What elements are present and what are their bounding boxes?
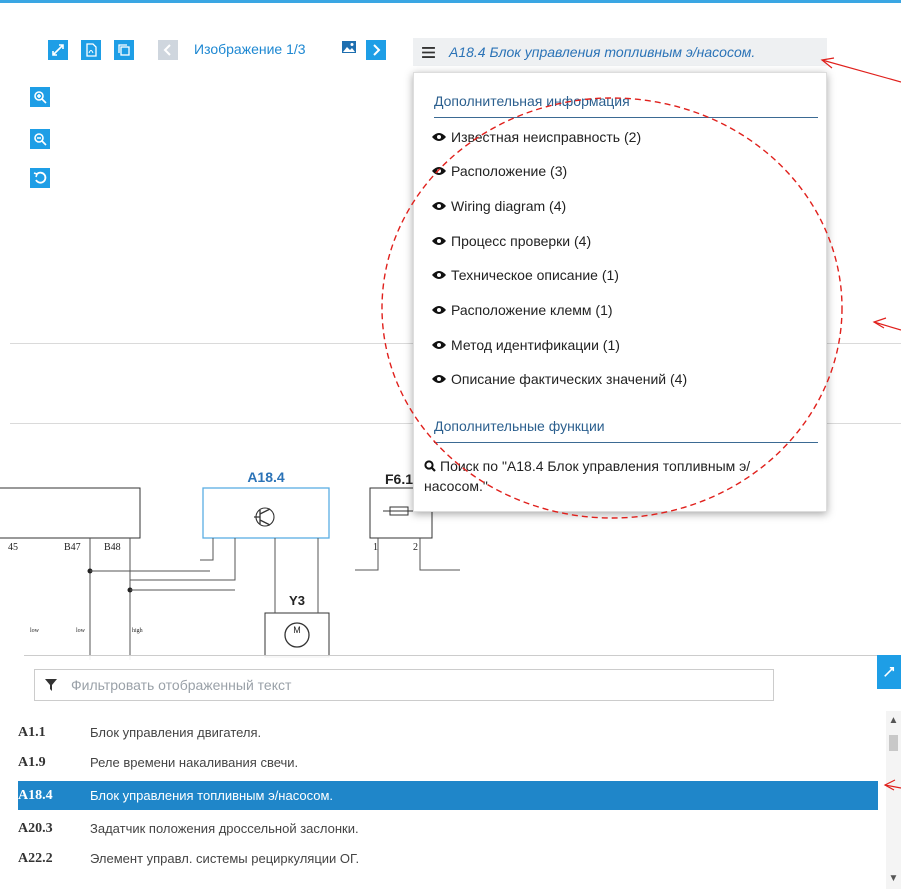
eye-icon [432, 202, 446, 210]
dropdown-item-label: Процесс проверки (4) [451, 233, 592, 249]
prev-icon [163, 44, 171, 56]
list-item-code: A20.3 [18, 820, 53, 836]
search-by-component-label: Поиск по "A18.4 Блок управления топливны… [424, 458, 751, 494]
list-item-code: A1.1 [18, 724, 46, 740]
list-item-code: A22.2 [18, 850, 53, 866]
eye-icon [432, 375, 446, 383]
scroll-up-icon[interactable]: ▲ [886, 715, 901, 729]
dropdown-item[interactable]: Расположение клемм (1) [432, 302, 613, 318]
eye-icon [432, 133, 446, 141]
scroll-down-icon[interactable]: ▼ [886, 873, 901, 887]
list-item[interactable]: A20.3 Задатчик положения дроссельной зас… [18, 814, 878, 843]
scroll-thumb[interactable] [889, 735, 898, 751]
pin-label: 2 [413, 542, 418, 553]
filter-field[interactable] [34, 669, 774, 701]
context-dropdown: Дополнительная информация Известная неис… [413, 72, 827, 512]
dropdown-item-label: Описание фактических значений (4) [451, 371, 688, 387]
eye-icon [432, 237, 446, 245]
list-item-desc: Реле времени накаливания свечи. [90, 755, 299, 770]
list-item-desc: Блок управления топливным э/насосом. [90, 788, 334, 803]
a18-label: A18.4 [247, 469, 285, 485]
wire-label: high [132, 628, 143, 634]
dropdown-item[interactable]: Метод идентификации (1) [432, 337, 620, 353]
list-item-desc: Элемент управл. системы рециркуляции ОГ. [90, 851, 360, 866]
dropdown-item[interactable]: Техническое описание (1) [432, 267, 619, 283]
pin-label: 45 [8, 542, 18, 553]
dropdown-item[interactable]: Процесс проверки (4) [432, 233, 591, 249]
copy-icon[interactable] [114, 40, 134, 60]
list-item[interactable]: A1.1 Блок управления двигателя. [18, 718, 878, 747]
dropdown-item[interactable]: Расположение (3) [432, 163, 567, 179]
image-icon [342, 41, 356, 53]
wiring-diagram: A18.4 F6.1 Y3 M 45 B47 B48 1 2 low low h… [0, 469, 460, 660]
list-item[interactable]: A1.9 Реле времени накаливания свечи. [18, 748, 878, 777]
reset-icon[interactable] [30, 168, 50, 188]
wire-label: low [30, 628, 40, 634]
list-item-code: A1.9 [18, 754, 46, 770]
search-icon [424, 460, 436, 472]
pdf-icon[interactable] [81, 40, 101, 60]
search-by-component[interactable]: Поиск по "A18.4 Блок управления топливны… [424, 456, 814, 496]
expand-panel-button[interactable] [877, 655, 901, 689]
section-additional-functions: Дополнительные функции [434, 418, 818, 443]
dropdown-item[interactable]: Известная неисправность (2) [432, 129, 641, 145]
eye-icon [432, 167, 446, 175]
wire-label: low [76, 628, 86, 634]
next-icon [373, 44, 381, 56]
dropdown-item-label: Wiring diagram (4) [451, 198, 567, 214]
pin-label: B47 [64, 542, 81, 553]
hamburger-menu-icon[interactable] [413, 46, 443, 58]
annotation-arrow [873, 321, 901, 331]
annotation-arrow [821, 59, 901, 83]
zoom-in-icon[interactable] [30, 87, 50, 107]
pin-label: B48 [104, 542, 121, 553]
list-item[interactable]: A22.2 Элемент управл. системы рециркуляц… [18, 844, 878, 873]
eye-icon [432, 306, 446, 314]
expand-icon[interactable] [48, 40, 68, 60]
pin-label: 1 [373, 542, 378, 553]
f61-label: F6.1 [385, 471, 413, 487]
eye-icon [432, 341, 446, 349]
dropdown-item-label: Известная неисправность (2) [451, 129, 642, 145]
eye-icon [432, 271, 446, 279]
component-title: A18.4 Блок управления топливным э/насосо… [449, 44, 756, 60]
dropdown-item[interactable]: Описание фактических значений (4) [432, 371, 687, 387]
list-scrollbar[interactable]: ▲ ▼ [886, 711, 901, 889]
list-item-selected[interactable]: A18.4 Блок управления топливным э/насосо… [18, 781, 878, 810]
list-item-code: A18.4 [18, 787, 53, 803]
dropdown-item-label: Техническое описание (1) [451, 267, 619, 283]
next-image-button[interactable] [366, 40, 386, 60]
dropdown-item-label: Расположение клемм (1) [451, 302, 613, 318]
prev-image-button[interactable] [158, 40, 178, 60]
dropdown-item-label: Расположение (3) [451, 163, 568, 179]
dropdown-item-label: Метод идентификации (1) [451, 337, 620, 353]
component-title-bar[interactable]: A18.4 Блок управления топливным э/насосо… [413, 38, 827, 66]
y3-label: Y3 [289, 593, 305, 608]
image-counter: Изображение 1/3 [194, 41, 306, 57]
filter-icon [45, 679, 57, 691]
top-accent-line [0, 0, 901, 3]
filter-input[interactable] [69, 676, 749, 694]
component-list-panel: A1.1 Блок управления двигателя. A1.9 Рел… [18, 655, 901, 889]
section-additional-info: Дополнительная информация [434, 93, 818, 118]
expand-icon [884, 666, 895, 677]
dropdown-item[interactable]: Wiring diagram (4) [432, 198, 566, 214]
svg-text:M: M [293, 625, 301, 635]
list-item-desc: Блок управления двигателя. [90, 725, 262, 740]
zoom-out-icon[interactable] [30, 129, 50, 149]
list-item-desc: Задатчик положения дроссельной заслонки. [90, 821, 359, 836]
